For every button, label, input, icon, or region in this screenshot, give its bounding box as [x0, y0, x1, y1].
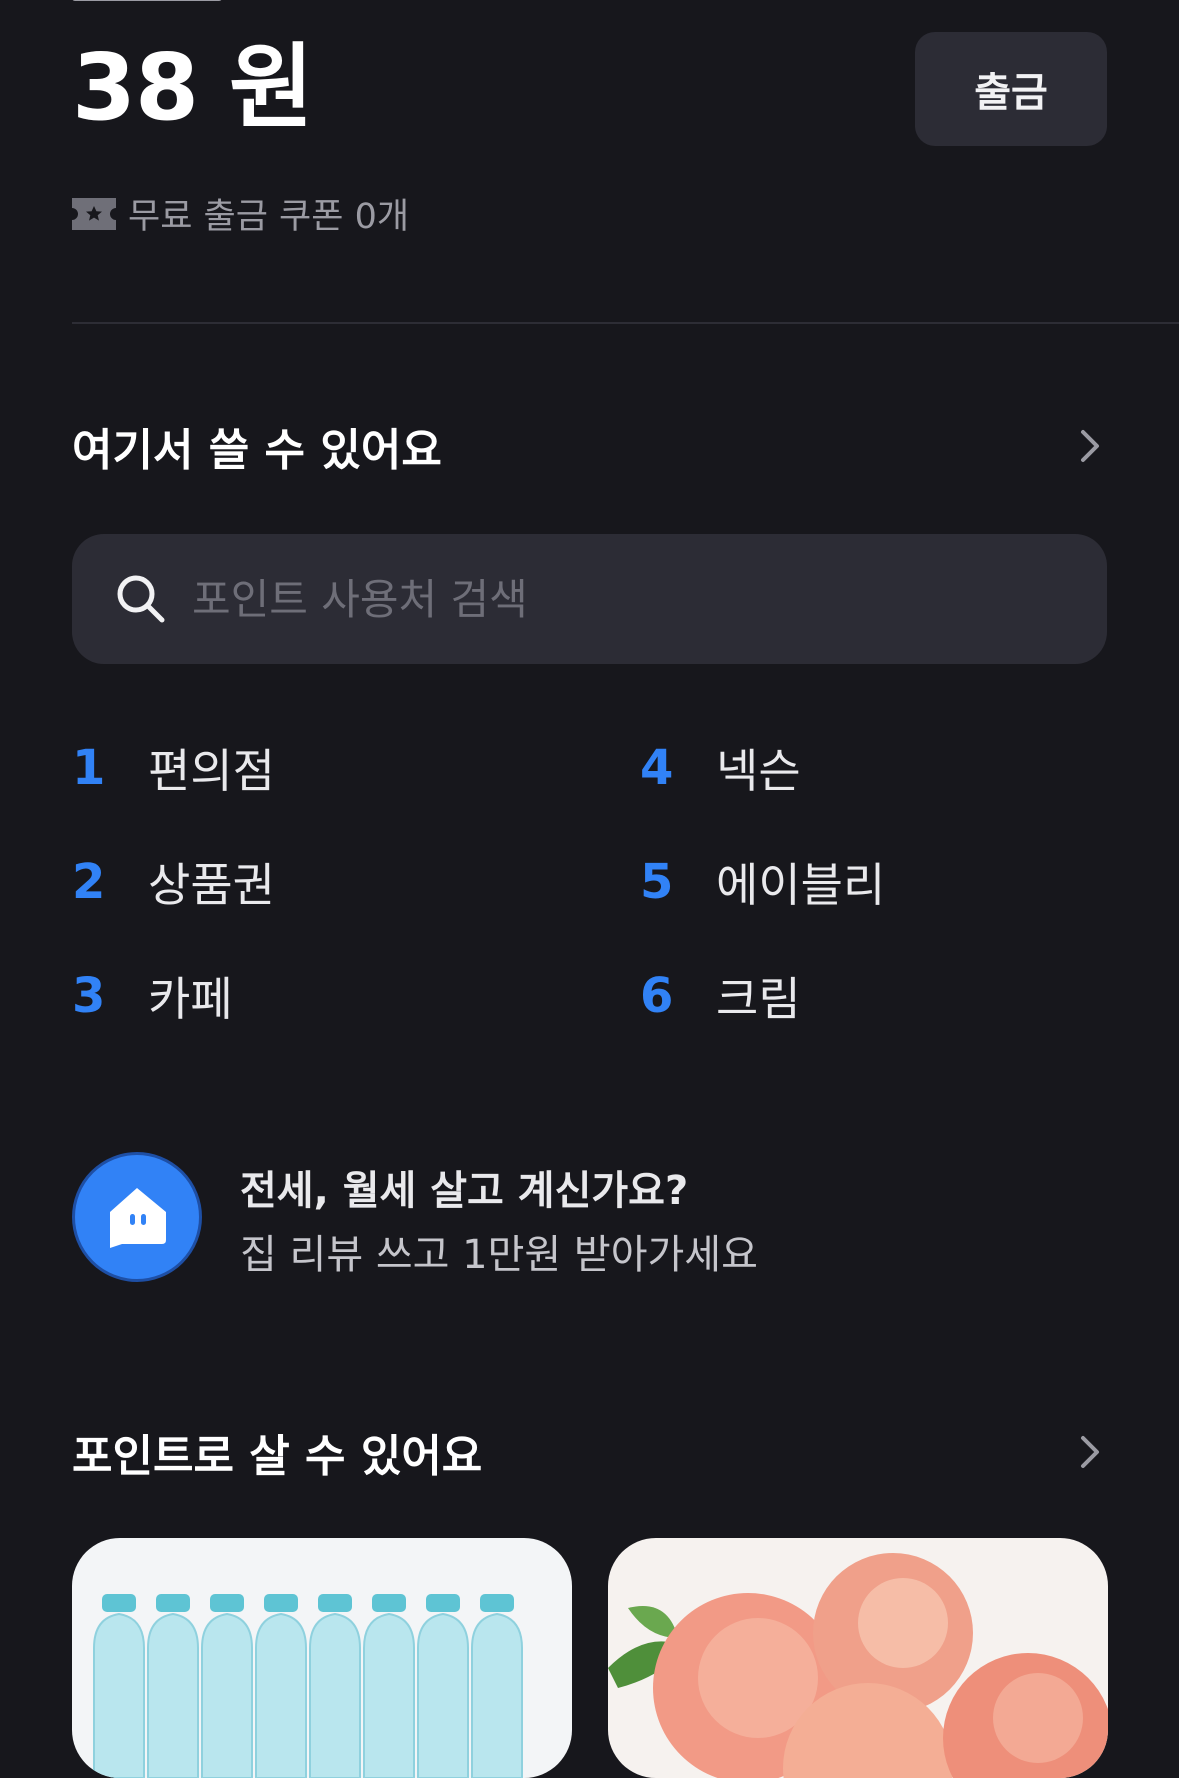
chevron-right-icon[interactable] — [1069, 1432, 1109, 1472]
peaches-image — [608, 1553, 1108, 1778]
search-icon — [117, 575, 165, 623]
rank-label: 상품권 — [148, 858, 275, 912]
house-chat-icon — [72, 1152, 202, 1282]
balance-label-cutoff — [72, 0, 252, 16]
ranking-item-2[interactable]: 2 상품권 — [72, 852, 275, 912]
cutoff-text-shape — [72, 0, 222, 1]
product-card-water[interactable] — [72, 1538, 572, 1778]
chevron-right-icon[interactable] — [1069, 426, 1109, 466]
ranking-item-6[interactable]: 6 크림 — [640, 966, 801, 1026]
water-bottles-image — [93, 1594, 523, 1778]
ranking-item-1[interactable]: 1 편의점 — [72, 738, 275, 798]
buy-section-title[interactable]: 포인트로 살 수 있어요 — [72, 1420, 482, 1484]
free-withdraw-coupon[interactable]: 무료 출금 쿠폰 0개 — [72, 188, 409, 239]
rank-label: 편의점 — [148, 744, 275, 798]
coupon-text: 무료 출금 쿠폰 0개 — [128, 197, 410, 237]
rank-number: 6 — [640, 968, 674, 1024]
promo-subtitle: 집 리뷰 쓰고 1만원 받아가세요 — [240, 1232, 758, 1278]
search-bar[interactable] — [72, 534, 1107, 664]
point-balance: 38 원 — [72, 34, 314, 141]
rank-label: 크림 — [716, 972, 801, 1026]
section-divider — [72, 322, 1179, 324]
ranking-item-5[interactable]: 5 에이블리 — [640, 852, 885, 912]
rank-label: 넥슨 — [716, 744, 801, 798]
ranking-item-3[interactable]: 3 카페 — [72, 966, 233, 1026]
rank-label: 에이블리 — [716, 858, 886, 912]
ranking-item-4[interactable]: 4 넥슨 — [640, 738, 801, 798]
rank-number: 2 — [72, 854, 106, 910]
rank-label: 카페 — [148, 972, 233, 1026]
rank-number: 3 — [72, 968, 106, 1024]
rank-number: 4 — [640, 740, 674, 796]
search-input[interactable] — [190, 573, 1014, 625]
product-card-peach[interactable] — [608, 1538, 1108, 1778]
ticket-icon — [72, 197, 116, 230]
usable-section-title[interactable]: 여기서 쓸 수 있어요 — [72, 414, 442, 478]
rank-number: 1 — [72, 740, 106, 796]
house-shape — [110, 1188, 166, 1248]
promo-title: 전세, 월세 살고 계신가요? — [240, 1168, 689, 1214]
rank-number: 5 — [640, 854, 674, 910]
withdraw-button[interactable]: 출금 — [915, 32, 1107, 146]
